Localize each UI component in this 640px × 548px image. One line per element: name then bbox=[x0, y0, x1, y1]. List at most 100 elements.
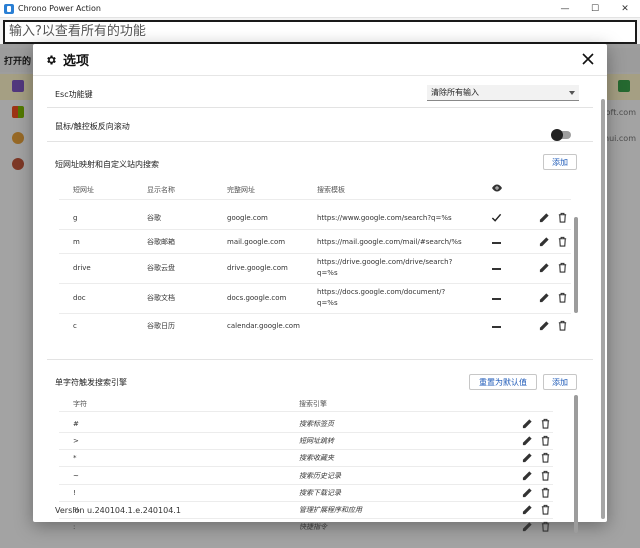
delete-icon[interactable] bbox=[540, 435, 551, 446]
delete-icon[interactable] bbox=[557, 262, 568, 273]
row-divider bbox=[59, 229, 571, 230]
app-logo-icon bbox=[4, 3, 14, 14]
row-divider bbox=[59, 313, 571, 314]
edit-icon[interactable] bbox=[522, 521, 533, 532]
delete-icon[interactable] bbox=[540, 521, 551, 532]
row-divider bbox=[59, 501, 553, 502]
shortcuts-scrollbar[interactable] bbox=[574, 217, 578, 313]
delete-icon[interactable] bbox=[557, 292, 568, 303]
trigger-engine: 搜索收藏夹 bbox=[299, 454, 334, 462]
row-divider bbox=[59, 432, 553, 433]
trigger-engine: 管理扩展程序和应用 bbox=[299, 506, 362, 514]
column-header: 完整网址 bbox=[227, 186, 255, 194]
shortcut-name: 谷歌 bbox=[147, 214, 161, 222]
shortcuts-section-title: 短网址映射和自定义站内搜索 bbox=[55, 160, 159, 169]
edit-icon[interactable] bbox=[539, 292, 550, 303]
column-header: 字符 bbox=[73, 400, 87, 408]
dialog-scrollbar[interactable] bbox=[601, 99, 605, 519]
column-header: 搜索模板 bbox=[317, 186, 345, 194]
delete-icon[interactable] bbox=[557, 236, 568, 247]
shortcut-key: g bbox=[73, 214, 78, 222]
not-visible-icon[interactable] bbox=[492, 326, 501, 328]
shortcut-key: c bbox=[73, 322, 77, 330]
trigger-engine: 搜索历史记录 bbox=[299, 472, 341, 480]
esc-action-select[interactable]: 清除所有输入 bbox=[427, 85, 579, 101]
reset-defaults-button[interactable]: 重置为默认值 bbox=[469, 374, 537, 390]
column-header: 搜索引擎 bbox=[299, 400, 327, 408]
shortcut-template-line: q=%s bbox=[317, 269, 338, 277]
row-divider bbox=[59, 484, 553, 485]
delete-icon[interactable] bbox=[540, 504, 551, 515]
shortcut-template-line: q=%s bbox=[317, 299, 338, 307]
shortcut-url: calendar.google.com bbox=[227, 322, 300, 330]
eye-icon bbox=[492, 184, 502, 192]
window-title: Chrono Power Action bbox=[18, 4, 101, 13]
delete-icon[interactable] bbox=[557, 212, 568, 223]
edit-icon[interactable] bbox=[522, 504, 533, 515]
chevron-down-icon bbox=[569, 91, 575, 95]
close-window-button[interactable]: ✕ bbox=[610, 0, 640, 18]
reverse-scroll-label: 鼠标/触控板反向滚动 bbox=[55, 122, 130, 131]
shortcut-template-line: https://docs.google.com/document/? bbox=[317, 288, 446, 296]
window-controls: — ☐ ✕ bbox=[550, 0, 640, 18]
trigger-engine: 搜索标签页 bbox=[299, 420, 334, 428]
divider bbox=[47, 141, 593, 142]
trigger-char: : bbox=[73, 523, 76, 531]
trigger-char: > bbox=[73, 437, 79, 445]
delete-icon[interactable] bbox=[557, 320, 568, 331]
edit-icon[interactable] bbox=[522, 470, 533, 481]
shortcut-template-line: https://drive.google.com/drive/search? bbox=[317, 258, 453, 266]
shortcut-key: doc bbox=[73, 294, 86, 302]
not-visible-icon[interactable] bbox=[492, 268, 501, 270]
shortcut-template: https://www.google.com/search?q=%s bbox=[317, 214, 452, 222]
edit-icon[interactable] bbox=[522, 487, 533, 498]
trigger-char: # bbox=[73, 420, 79, 428]
shortcut-url: mail.google.com bbox=[227, 238, 286, 246]
trigger-engine: 搜索下载记录 bbox=[299, 489, 341, 497]
not-visible-icon[interactable] bbox=[492, 298, 501, 300]
shortcut-url: docs.google.com bbox=[227, 294, 287, 302]
triggers-section-title: 单字符触发搜索引擎 bbox=[55, 378, 127, 387]
row-divider bbox=[59, 466, 553, 467]
divider bbox=[47, 359, 593, 360]
edit-icon[interactable] bbox=[522, 418, 533, 429]
delete-icon[interactable] bbox=[540, 470, 551, 481]
edit-icon[interactable] bbox=[539, 236, 550, 247]
divider bbox=[47, 107, 593, 108]
esc-action-value: 清除所有输入 bbox=[431, 88, 479, 97]
check-icon[interactable] bbox=[491, 212, 502, 223]
edit-icon[interactable] bbox=[539, 320, 550, 331]
shortcut-name: 谷歌邮箱 bbox=[147, 238, 175, 246]
trigger-char: ! bbox=[73, 489, 76, 497]
dialog-title: 选项 bbox=[63, 54, 90, 69]
shortcut-url: google.com bbox=[227, 214, 268, 222]
delete-icon[interactable] bbox=[540, 452, 551, 463]
minimize-button[interactable]: — bbox=[550, 0, 580, 18]
shortcut-key: m bbox=[73, 238, 80, 246]
trigger-engine: 快捷指令 bbox=[299, 523, 327, 531]
edit-icon[interactable] bbox=[539, 262, 550, 273]
triggers-scrollbar[interactable] bbox=[574, 395, 578, 533]
column-header: 显示名称 bbox=[147, 186, 175, 194]
window-titlebar: Chrono Power Action — ☐ ✕ bbox=[0, 0, 640, 18]
delete-icon[interactable] bbox=[540, 418, 551, 429]
close-icon[interactable] bbox=[581, 52, 595, 66]
add-shortcut-button[interactable]: 添加 bbox=[543, 154, 577, 170]
trigger-char: * bbox=[73, 454, 77, 462]
edit-icon[interactable] bbox=[522, 435, 533, 446]
version-text: Version u.240104.1.e.240104.1 bbox=[55, 506, 181, 515]
add-trigger-button[interactable]: 添加 bbox=[543, 374, 577, 390]
delete-icon[interactable] bbox=[540, 487, 551, 498]
main-search-input[interactable]: 输入?以查看所有的功能 bbox=[3, 20, 637, 44]
not-visible-icon[interactable] bbox=[492, 242, 501, 244]
shortcut-name: 谷歌文档 bbox=[147, 294, 175, 302]
row-divider bbox=[59, 411, 553, 412]
shortcut-name: 谷歌日历 bbox=[147, 322, 175, 330]
dialog-body: Esc功能键 清除所有输入 鼠标/触控板反向滚动 短网址映射和自定义站内搜索 添… bbox=[33, 77, 607, 533]
edit-icon[interactable] bbox=[539, 212, 550, 223]
shortcut-template: https://mail.google.com/mail/#search/%s bbox=[317, 238, 462, 246]
edit-icon[interactable] bbox=[522, 452, 533, 463]
reverse-scroll-toggle[interactable] bbox=[551, 129, 571, 141]
maximize-button[interactable]: ☐ bbox=[580, 0, 610, 18]
trigger-engine: 短网址跳转 bbox=[299, 437, 334, 445]
